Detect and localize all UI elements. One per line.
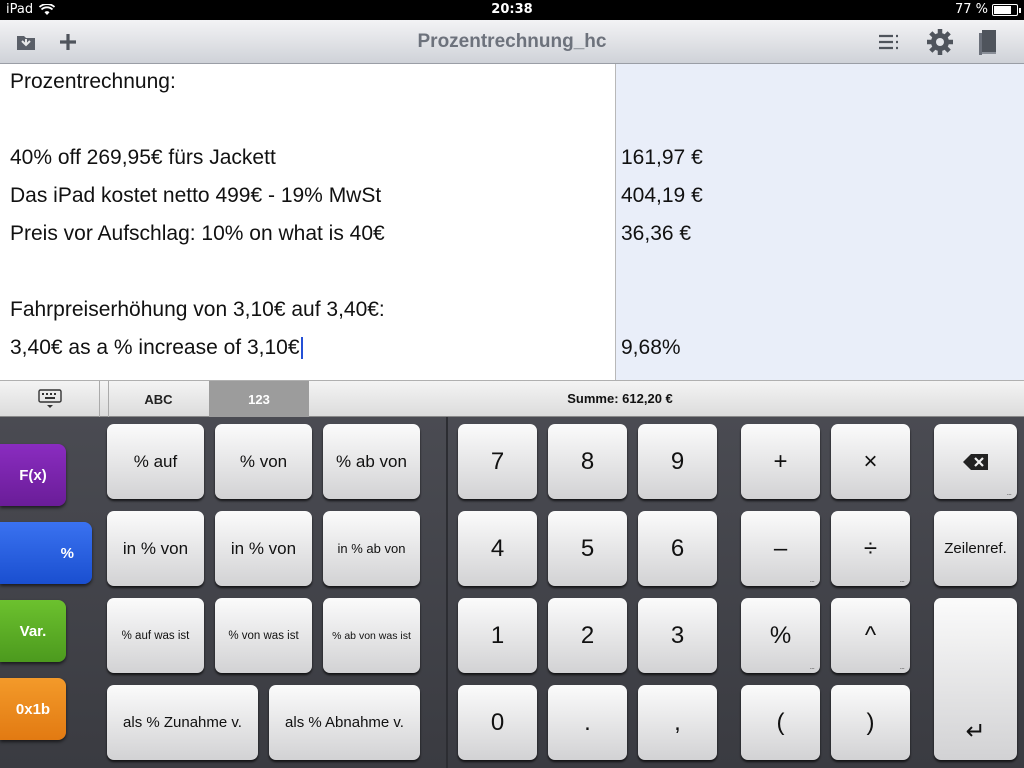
more-dots: ... [809, 574, 814, 584]
calculator-keyboard: F(x) % Var. 0x1b % auf % von % ab von in… [0, 417, 1024, 768]
line-reference-key[interactable]: Zeilenref. [934, 511, 1017, 586]
percent-of-key[interactable]: % von [215, 424, 312, 499]
hex-key[interactable]: 0x1b [0, 678, 66, 740]
percent-label: % [769, 621, 792, 649]
multiply-key[interactable]: × [831, 424, 910, 499]
decimal-point-key[interactable]: . [548, 685, 627, 760]
clock: 20:38 [491, 2, 533, 17]
result-value: 404,19 € [621, 184, 703, 207]
percent-mode-key[interactable]: % [0, 522, 92, 584]
book-icon[interactable] [973, 27, 1003, 57]
digit-7-key[interactable]: 7 [458, 424, 537, 499]
digit-8-key[interactable]: 8 [548, 424, 627, 499]
percent-increase-key[interactable]: als % Zunahme v. [107, 685, 258, 760]
digit-5-key[interactable]: 5 [548, 511, 627, 586]
digit-9-key[interactable]: 9 [638, 424, 717, 499]
percent-on-key[interactable]: % auf [107, 424, 204, 499]
enter-key[interactable]: ↵ [934, 598, 1017, 760]
document-area[interactable]: Prozentrechnung: 40% off 269,95€ fürs Ja… [0, 64, 1024, 380]
power-key[interactable]: ^... [831, 598, 910, 673]
keyboard-tab-bar: ABC 123 Summe: 612,20 € [0, 380, 1024, 417]
text-cursor [300, 337, 303, 360]
doc-line-active[interactable]: 3,40€ as a % increase of 3,10€ [10, 335, 303, 361]
list-icon[interactable] [873, 27, 903, 57]
sum-value: 612,20 € [622, 391, 673, 406]
status-bar: iPad 20:38 77 % [0, 0, 1024, 20]
result-value: 9,68% [621, 336, 681, 359]
keyboard-icon [37, 389, 62, 408]
battery-icon [992, 3, 1021, 16]
power-label: ^ [864, 621, 877, 649]
document-title: Prozentrechnung_hc [417, 31, 607, 52]
doc-line[interactable]: 40% off 269,95€ fürs Jackett [10, 145, 276, 171]
digit-2-key[interactable]: 2 [548, 598, 627, 673]
function-key[interactable]: F(x) [0, 444, 66, 506]
nav-bar: Prozentrechnung_hc [0, 20, 1024, 64]
percent-key[interactable]: %... [741, 598, 820, 673]
in-percent-off-key[interactable]: in % ab von [323, 511, 420, 586]
percent-decrease-key[interactable]: als % Abnahme v. [269, 685, 420, 760]
minus-key[interactable]: –... [741, 511, 820, 586]
percent-off-key[interactable]: % ab von [323, 424, 420, 499]
gear-icon[interactable] [925, 27, 955, 57]
in-percent-of-key[interactable]: in % von [107, 511, 204, 586]
more-dots: ... [809, 661, 814, 671]
left-paren-key[interactable]: ( [741, 685, 820, 760]
doc-line[interactable]: Das iPad kostet netto 499€ - 19% MwSt [10, 183, 381, 209]
digit-0-key[interactable]: 0 [458, 685, 537, 760]
minus-label: – [773, 534, 788, 562]
doc-line[interactable]: Preis vor Aufschlag: 10% on what is 40€ [10, 221, 385, 247]
comma-key[interactable]: , [638, 685, 717, 760]
digit-3-key[interactable]: 3 [638, 598, 717, 673]
more-dots: ... [899, 661, 904, 671]
divide-label: ÷ [863, 534, 878, 562]
digit-6-key[interactable]: 6 [638, 511, 717, 586]
percent-of-what-key[interactable]: % von was ist [215, 598, 312, 673]
percent-off-what-key[interactable]: % ab von was ist [323, 598, 420, 673]
divide-key[interactable]: ÷... [831, 511, 910, 586]
keyboard-divider [446, 417, 448, 768]
tab-123[interactable]: 123 [209, 381, 309, 417]
battery-percent: 77 % [954, 2, 988, 17]
result-value: 161,97 € [621, 146, 703, 169]
digit-4-key[interactable]: 4 [458, 511, 537, 586]
percent-on-what-key[interactable]: % auf was ist [107, 598, 204, 673]
plus-key[interactable]: + [741, 424, 820, 499]
in-percent-of-key-2[interactable]: in % von [215, 511, 312, 586]
backspace-key[interactable]: ... [934, 424, 1017, 499]
more-dots: ... [1006, 487, 1011, 497]
digit-1-key[interactable]: 1 [458, 598, 537, 673]
backspace-icon [962, 453, 988, 470]
sum-label: Summe: [567, 391, 619, 406]
right-paren-key[interactable]: ) [831, 685, 910, 760]
doc-line[interactable]: Fahrpreiserhöhung von 3,10€ auf 3,40€: [10, 297, 385, 323]
result-value: 36,36 € [621, 222, 692, 245]
hide-keyboard-button[interactable] [0, 381, 100, 417]
tab-abc[interactable]: ABC [108, 381, 208, 417]
variables-key[interactable]: Var. [0, 600, 66, 662]
sum-display: Summe: 612,20 € [520, 381, 720, 417]
doc-line-text: 3,40€ as a % increase of 3,10€ [10, 336, 300, 359]
doc-line[interactable]: Prozentrechnung: [10, 69, 176, 95]
more-dots: ... [899, 574, 904, 584]
